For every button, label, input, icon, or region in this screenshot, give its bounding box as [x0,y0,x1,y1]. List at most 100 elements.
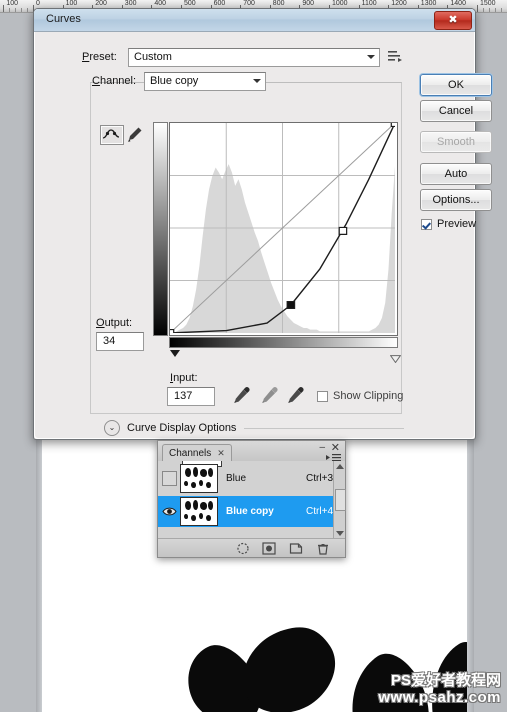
ruler-label: 900 [302,0,315,7]
ruler-minor-tick [488,8,490,12]
curve-edit-icon [102,129,120,139]
curve-edit-tool-button[interactable] [100,125,124,145]
tab-channels-label: Channels [169,448,212,459]
ruler-minor-tick [27,8,29,12]
set-black-point-eyedropper[interactable] [230,384,252,406]
ruler-minor-tick [500,8,502,12]
curves-dialog: Curves ✖ Preset: Custom Channel: Blue co… [33,8,492,440]
ruler-minor-tick [494,8,496,12]
output-label: Output: [96,317,133,329]
output-gradient-bar [153,122,168,336]
ruler-minor-tick [21,8,23,12]
channel-visibility-toggle[interactable] [158,463,180,494]
eyedropper-icon [288,387,304,403]
preset-value: Custom [134,51,172,63]
output-value: 34 [103,335,116,347]
ruler-label: 1400 [450,0,466,7]
curve-plot-svg [170,123,397,335]
eye-icon-empty [161,471,177,486]
pencil-tool-button[interactable] [126,125,144,143]
chevron-down-icon [253,79,261,83]
ruler-label: 1500 [480,0,496,7]
ruler-label: 0 [36,0,40,7]
ruler-label: 100 [6,0,19,7]
input-label: Input: [170,372,198,384]
load-channel-as-selection-icon[interactable] [236,542,250,555]
ok-button[interactable]: OK [420,74,492,96]
ruler-tick [477,5,478,12]
list-item[interactable]: Blue copy Ctrl+4 [158,496,345,527]
cancel-button[interactable]: Cancel [420,100,492,122]
eye-icon [161,507,177,516]
channel-shortcut: Ctrl+3 [306,473,333,484]
curve-control-point[interactable] [170,330,174,335]
ruler-minor-tick [482,8,484,12]
close-button[interactable]: ✖ [434,11,472,30]
curve-plot-area[interactable] [169,122,398,336]
save-selection-as-channel-icon[interactable] [262,542,276,555]
checkbox-box [317,390,328,402]
ruler-label: 500 [184,0,196,7]
set-white-point-eyedropper[interactable] [284,384,306,406]
input-gradient-bar [169,337,398,348]
new-channel-icon[interactable] [289,542,303,555]
curve-control-point-selected[interactable] [287,302,294,309]
curve-display-options-toggle[interactable]: ⌄ Curve Display Options [104,420,404,436]
channel-thumbnail [180,464,218,493]
ruler-label: 600 [213,0,226,7]
ruler-label: 1000 [332,0,348,7]
scrollbar-thumb[interactable] [335,489,346,511]
channel-dropdown[interactable]: Blue copy [144,72,266,91]
channel-thumbnail [180,497,218,526]
delete-channel-icon[interactable] [316,542,330,555]
curve-graph[interactable] [153,122,402,364]
watermark-line-2: www.psahz.com [378,688,501,706]
eyedropper-icon [234,387,250,403]
input-value: 137 [174,390,193,402]
white-point-triangle-icon [389,355,402,364]
channels-list: Blue Ctrl+3 Blue copy Ctrl+4 [158,461,345,539]
dialog-title: Curves [46,13,81,25]
preview-checkbox[interactable]: Preview [421,218,476,230]
channel-shortcut: Ctrl+4 [306,506,333,517]
preset-menu-icon[interactable] [387,49,403,64]
smooth-button: Smooth [420,131,492,153]
channel-visibility-toggle[interactable] [158,496,180,527]
channels-panel-titlebar[interactable]: Channels ✕ – ✕ [158,441,345,462]
output-input[interactable]: 34 [96,332,144,351]
set-gray-point-eyedropper[interactable] [258,384,280,406]
preset-dropdown[interactable]: Custom [128,48,380,67]
minimize-icon[interactable]: – [319,443,325,453]
ruler-label: 1100 [361,0,377,7]
channels-scrollbar[interactable] [333,461,346,539]
channel-row: Channel: Blue copy [82,72,332,91]
scroll-down-arrow-icon[interactable] [336,531,344,536]
black-point-slider[interactable] [170,350,180,357]
scroll-up-arrow-icon[interactable] [336,464,344,469]
curve-control-point[interactable] [391,123,397,126]
pencil-icon [128,127,142,142]
ruler-minor-tick [15,8,17,12]
chevron-down-icon: ⌄ [104,420,120,436]
site-watermark: PS爱好者教程网 www.psahz.com [378,672,501,707]
curve-control-point[interactable] [339,227,346,234]
options-button[interactable]: Options... [420,189,492,211]
input-input[interactable]: 137 [167,387,215,406]
chevron-down-icon [367,55,375,59]
tab-channels[interactable]: Channels ✕ [162,444,232,462]
preset-label: Preset: [82,51,117,63]
ruler-label: 100 [65,0,78,7]
ruler-label: 400 [154,0,167,7]
list-item[interactable]: Blue Ctrl+3 [158,463,345,494]
show-clipping-checkbox[interactable]: Show Clipping [317,389,403,403]
ruler-minor-tick [9,8,11,12]
ruler-label: 300 [124,0,137,7]
white-point-slider[interactable] [389,350,402,364]
channels-panel-footer [158,538,345,557]
preview-label: Preview [437,218,477,230]
close-icon[interactable]: ✕ [217,448,225,459]
channel-name: Blue copy [226,506,274,517]
dialog-titlebar[interactable]: Curves ✖ [34,9,475,32]
ruler-label: 800 [272,0,285,7]
auto-button[interactable]: Auto [420,163,492,185]
